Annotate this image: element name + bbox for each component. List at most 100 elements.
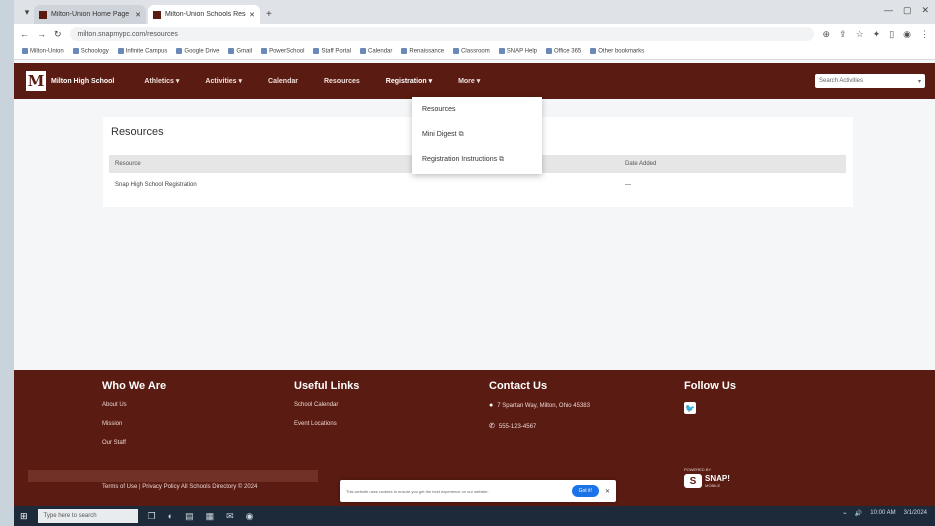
bookmark-label: Schoology <box>80 48 109 55</box>
bookmark-icon <box>72 48 79 55</box>
column-header[interactable]: Resource <box>115 161 141 167</box>
store-icon[interactable]: ▦ <box>206 511 215 522</box>
bookmark-item[interactable]: Renaissance <box>401 48 444 55</box>
bookmark-icon <box>228 48 235 55</box>
phone-text: 555-123-4567 <box>498 424 537 430</box>
nav-registration[interactable]: Registration ▾ <box>386 77 432 85</box>
new-tab-button[interactable]: + <box>266 9 272 20</box>
bookmark-label: Renaissance <box>409 48 445 55</box>
snap-name: SNAP! <box>705 474 730 483</box>
tab-title: Milton-Union Home Page <box>51 11 130 18</box>
minimize-icon[interactable]: — <box>884 5 893 16</box>
back-icon[interactable]: ← <box>20 29 29 39</box>
bookmark-item[interactable]: Other bookmarks <box>590 48 644 55</box>
bookmark-icon <box>498 48 505 55</box>
profile-icon[interactable]: ◉ <box>903 29 911 40</box>
close-window-icon[interactable]: ✕ <box>921 5 929 16</box>
bookmark-icon <box>360 48 367 55</box>
task-view-icon[interactable]: ❐ <box>148 511 156 522</box>
file-explorer-icon[interactable]: ▤ <box>185 511 194 522</box>
bookmark-label: Gmail <box>236 48 253 55</box>
footer-link[interactable]: School Calendar <box>294 402 359 408</box>
menu-icon[interactable]: ⋮ <box>920 29 929 40</box>
bookmark-item[interactable]: Office 365 <box>546 48 581 55</box>
tab-menu-icon[interactable]: ▾ <box>20 7 34 18</box>
nav-activities[interactable]: Activities ▾ <box>205 77 242 85</box>
close-icon[interactable]: ✕ <box>605 488 610 495</box>
footer-link[interactable]: About Us <box>102 402 166 408</box>
volume-icon[interactable]: 🔊 <box>855 510 862 517</box>
clock-time[interactable]: 10:00 AM <box>870 510 895 517</box>
close-tab-icon[interactable]: ✕ <box>249 11 255 19</box>
footer-address[interactable]: ● 7 Spartan Way, Milton, Ohio 45383 <box>489 402 590 409</box>
star-icon[interactable]: ☆ <box>856 29 864 40</box>
bookmark-item[interactable]: PowerSchool <box>261 48 304 55</box>
window-controls: — ▢ ✕ <box>884 5 929 16</box>
chrome-icon[interactable]: ◉ <box>246 511 254 522</box>
bookmark-item[interactable]: SNAP Help <box>498 48 537 55</box>
footer-phone[interactable]: ✆ 555-123-4567 <box>489 422 590 430</box>
nav-calendar[interactable]: Calendar <box>268 78 298 85</box>
powered-by-label: POWERED BY <box>684 467 712 472</box>
zoom-icon[interactable]: ⊕ <box>822 29 830 40</box>
school-logo[interactable]: M <box>26 71 46 91</box>
bookmark-item[interactable]: Classroom <box>453 48 490 55</box>
network-icon[interactable]: ⌁ <box>843 510 847 517</box>
external-link-icon: ⧉ <box>499 156 505 163</box>
footer-legal-links[interactable]: Terms of Use | Privacy Policy All School… <box>102 484 257 490</box>
taskbar-search-input[interactable]: Type here to search <box>37 509 138 523</box>
forward-icon[interactable]: → <box>37 29 46 39</box>
extensions-icon[interactable]: ✦ <box>873 29 881 40</box>
nav-resources[interactable]: Resources <box>324 78 360 85</box>
footer-link[interactable]: Our Staff <box>102 440 166 446</box>
bookmark-item[interactable]: Infinite Campus <box>117 48 168 55</box>
edge-icon[interactable]: ◐ <box>168 511 173 522</box>
reload-icon[interactable]: ↻ <box>54 29 62 40</box>
footer-useful-links: Useful Links School Calendar Event Locat… <box>294 380 359 440</box>
site-search-input[interactable]: Search Activities ▾ <box>815 74 925 88</box>
bookmark-label: Infinite Campus <box>125 48 168 55</box>
bookmark-item[interactable]: Calendar <box>360 48 392 55</box>
nav-more[interactable]: More ▾ <box>458 77 480 85</box>
bookmark-item[interactable]: Staff Portal <box>313 48 351 55</box>
nav-athletics[interactable]: Athletics ▾ <box>144 77 179 85</box>
maximize-icon[interactable]: ▢ <box>903 5 912 16</box>
browser-tab[interactable]: Milton-Union Home Page ✕ <box>34 5 146 24</box>
bookmark-label: Office 365 <box>554 48 582 55</box>
windows-start-icon[interactable]: ⊞ <box>20 511 28 522</box>
cookie-accept-button[interactable]: Got it! <box>571 485 599 497</box>
footer-follow: Follow Us 🐦 <box>684 380 736 414</box>
table-cell[interactable]: Snap High School Registration <box>115 182 197 188</box>
mail-icon[interactable]: ✉ <box>226 511 234 522</box>
taskbar-apps: ❐ ◐ ▤ ▦ ✉ ◉ <box>148 511 254 522</box>
bookmark-icon <box>401 48 408 55</box>
footer-who-we-are: Who We Are About Us Mission Our Staff <box>102 380 166 459</box>
powered-by-snap[interactable]: POWERED BY S SNAP! MOBILE <box>684 467 730 488</box>
browser-tab-strip: ▾ Milton-Union Home Page ✕ Milton-Union … <box>14 0 935 24</box>
school-name[interactable]: Milton High School <box>51 78 114 85</box>
bookmark-item[interactable]: Gmail <box>228 48 252 55</box>
address-bar-row: ← → ↻ milton.snapmypc.com/resources ⊕ ⇪ … <box>14 24 935 44</box>
url-field[interactable]: milton.snapmypc.com/resources <box>69 27 815 41</box>
clock-date[interactable]: 3/1/2024 <box>904 510 927 517</box>
bookmark-item[interactable]: Milton-Union <box>22 48 64 55</box>
column-header[interactable]: Date Added <box>625 161 656 167</box>
close-tab-icon[interactable]: ✕ <box>135 11 141 19</box>
dropdown-item-mini-digest[interactable]: Mini Digest ⧉ <box>422 131 464 139</box>
sidebar-icon[interactable]: ▯ <box>889 29 894 40</box>
bookmark-icon <box>453 48 460 55</box>
bookmark-item[interactable]: Google Drive <box>176 48 219 55</box>
browser-tab-active[interactable]: Milton-Union Schools Resources ✕ <box>148 5 260 24</box>
dropdown-item-registration-instructions[interactable]: Registration Instructions ⧉ <box>422 156 504 164</box>
table-row[interactable]: Snap High School Registration — <box>109 180 846 194</box>
footer-link[interactable]: Mission <box>102 421 166 427</box>
bookmark-icon <box>22 48 28 55</box>
external-link-icon: ⧉ <box>458 131 464 138</box>
dropdown-item-resources[interactable]: Resources <box>422 106 455 113</box>
site-navbar: M Milton High School Athletics ▾ Activit… <box>14 63 935 99</box>
twitter-icon[interactable]: 🐦 <box>684 402 696 414</box>
bookmark-item[interactable]: Schoology <box>72 48 109 55</box>
footer-link[interactable]: Event Locations <box>294 421 359 427</box>
toolbar-icons: ⊕ ⇪ ☆ ✦ ▯ ◉ ⋮ <box>822 29 929 40</box>
share-icon[interactable]: ⇪ <box>839 29 847 40</box>
